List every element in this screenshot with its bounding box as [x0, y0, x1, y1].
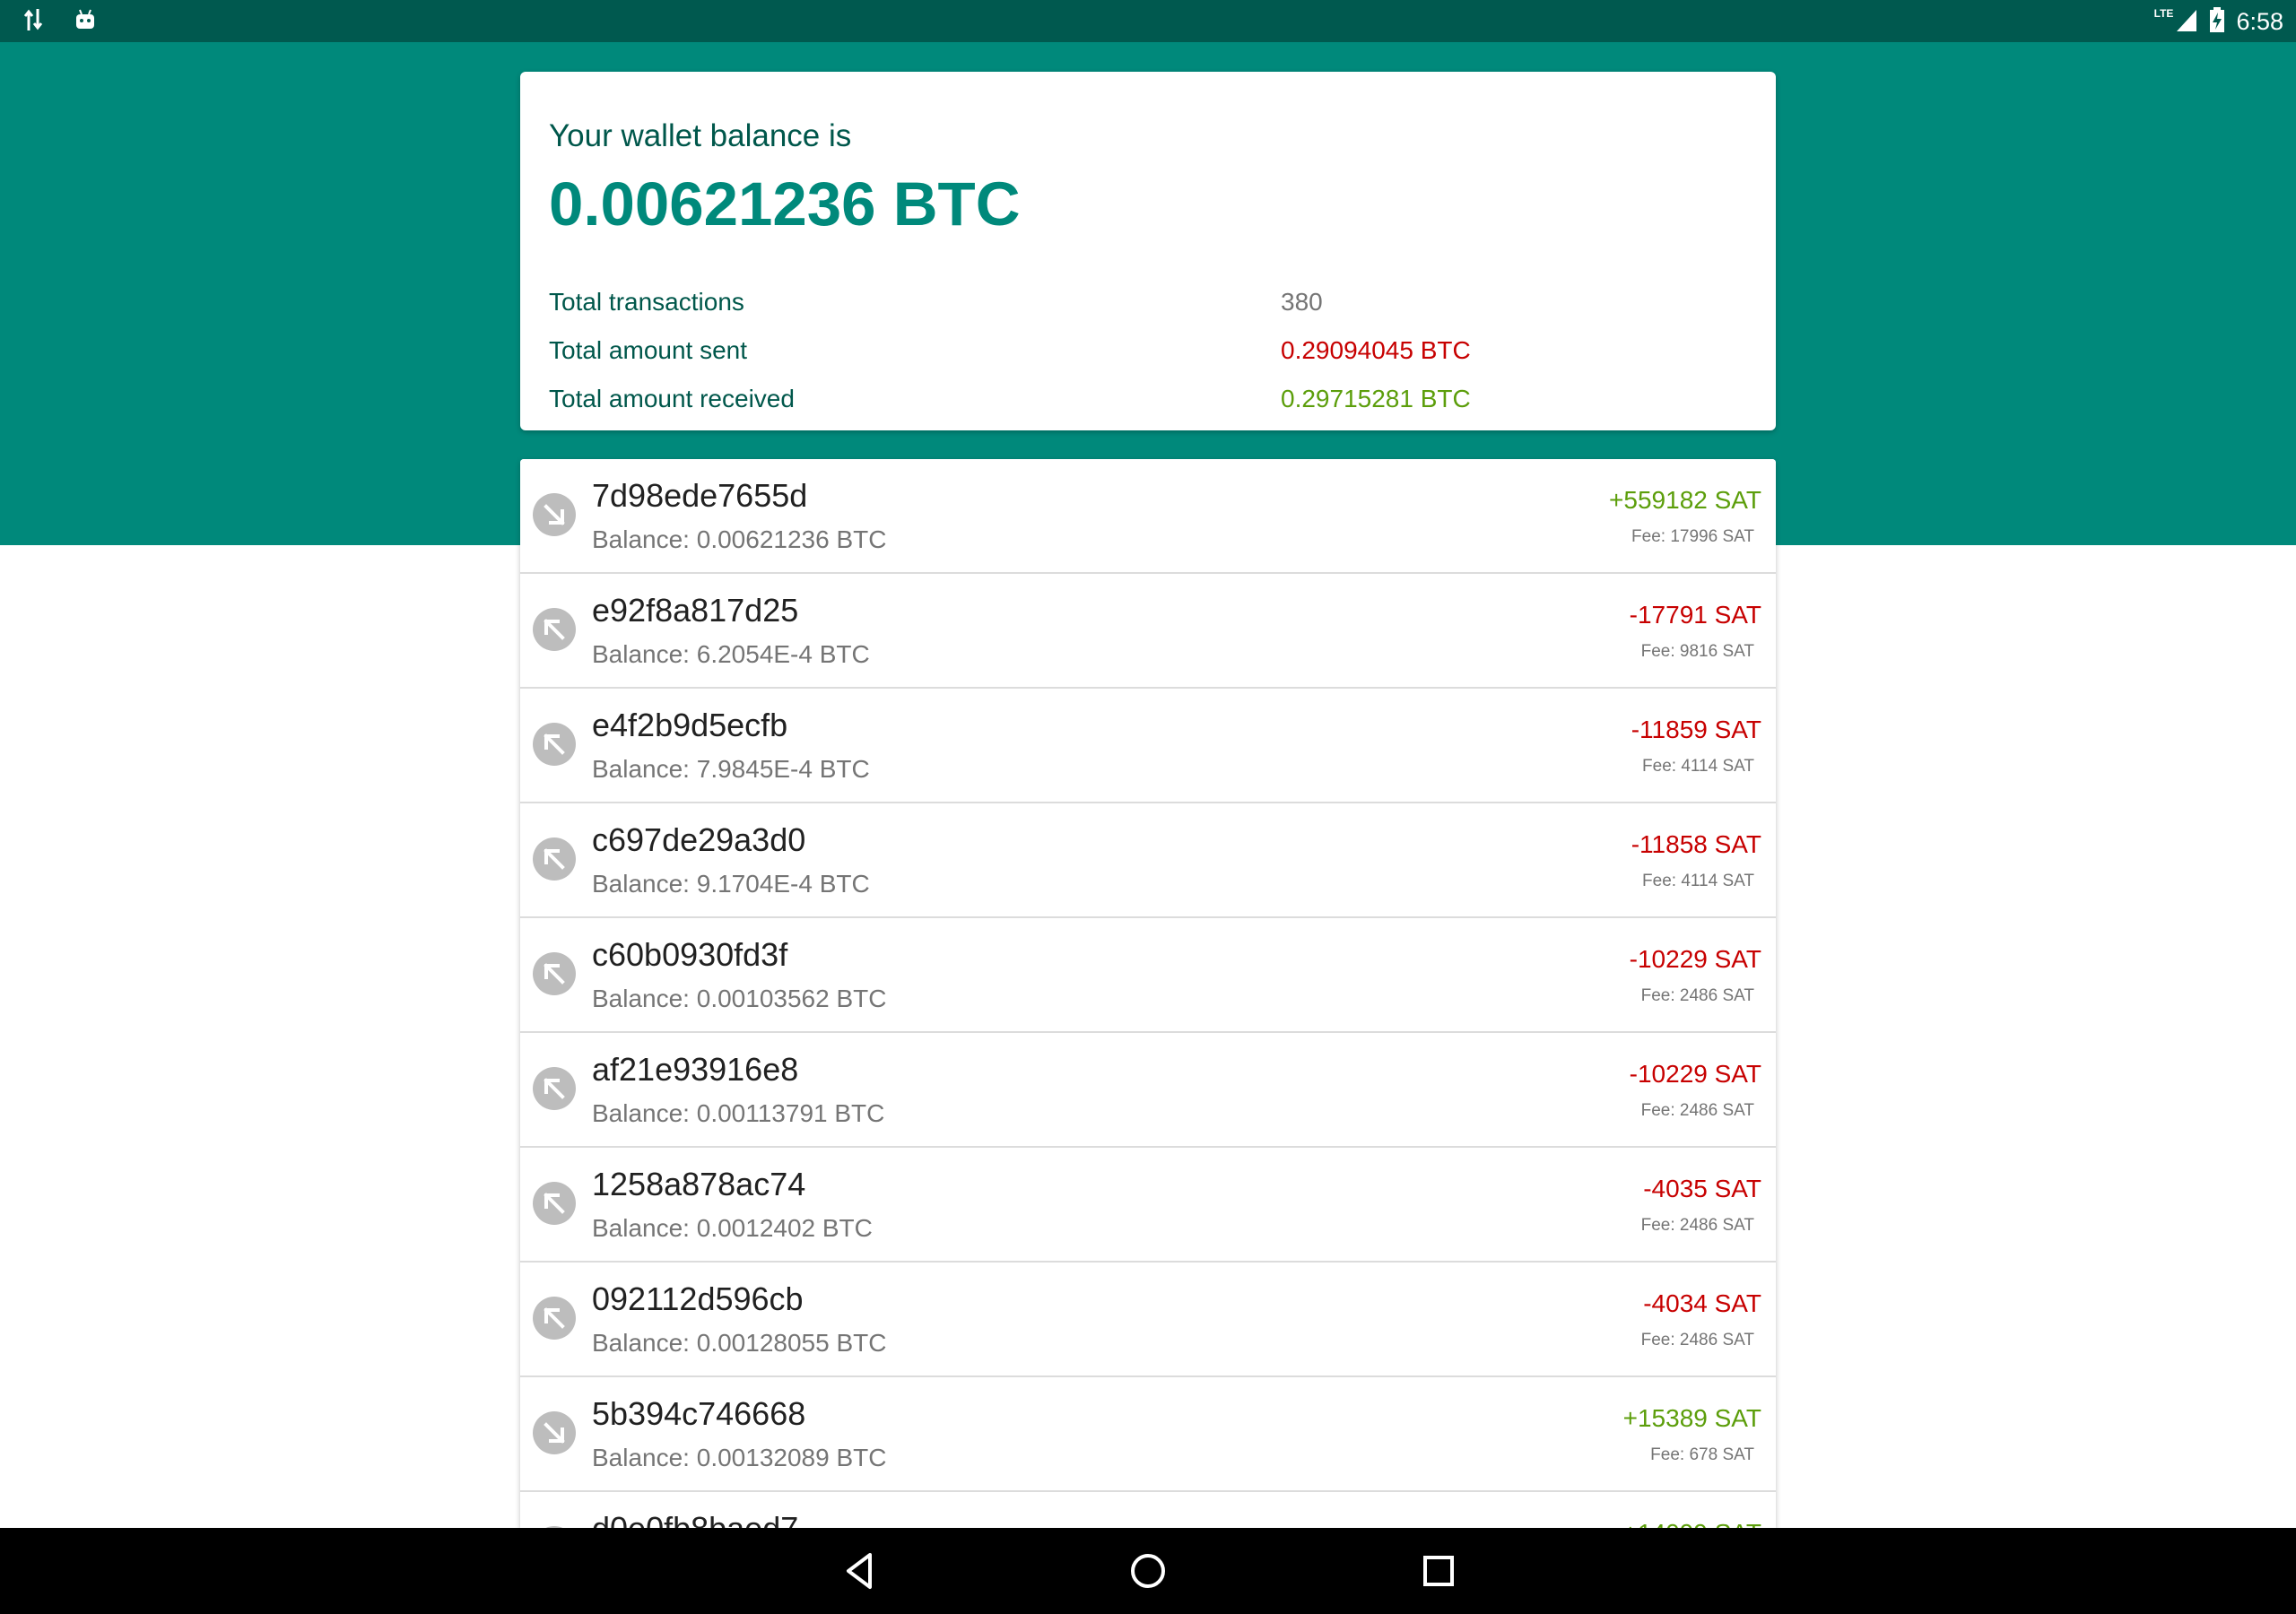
recents-icon[interactable] — [1413, 1546, 1464, 1596]
transaction-amount: -11859 SAT — [1631, 716, 1761, 743]
stat-label: Total amount sent — [549, 336, 748, 364]
transaction-id: 5b394c746668 — [592, 1395, 806, 1432]
arrow-up-left-icon — [533, 837, 576, 881]
transaction-amount: -17791 SAT — [1629, 601, 1761, 629]
android-icon — [74, 8, 97, 36]
clock: 6:58 — [2236, 8, 2283, 35]
balance-value: 0.00621236 BTC — [549, 169, 1021, 239]
transaction-list[interactable]: 7d98ede7655d Balance: 0.00621236 BTC +55… — [520, 459, 1776, 1528]
transaction-id: af21e93916e8 — [592, 1051, 799, 1088]
arrow-up-left-icon — [533, 1182, 576, 1225]
stat-label: Total amount received — [549, 385, 795, 412]
transaction-balance: Balance: 6.2054E-4 BTC — [592, 640, 870, 668]
battery-charging-icon — [2209, 6, 2225, 38]
transaction-balance: Balance: 9.1704E-4 BTC — [592, 870, 870, 898]
transaction-row[interactable]: e92f8a817d25 Balance: 6.2054E-4 BTC -177… — [520, 574, 1776, 689]
arrow-up-left-icon — [533, 1067, 576, 1110]
arrow-up-left-icon — [533, 608, 576, 651]
transaction-row[interactable]: c697de29a3d0 Balance: 9.1704E-4 BTC -118… — [520, 803, 1776, 918]
stat-value: 0.29094045 BTC — [1281, 336, 1471, 364]
arrow-up-left-icon — [533, 952, 576, 995]
transaction-balance: Balance: 0.00103562 BTC — [592, 985, 887, 1012]
wallet-balance-card: Your wallet balance is 0.00621236 BTC To… — [520, 72, 1776, 430]
transaction-row[interactable]: 092112d596cb Balance: 0.00128055 BTC -40… — [520, 1263, 1776, 1377]
data-transfer-icon — [23, 7, 43, 37]
transaction-balance: Balance: 0.00132089 BTC — [592, 1444, 887, 1471]
transaction-row[interactable]: 1258a878ac74 Balance: 0.0012402 BTC -403… — [520, 1148, 1776, 1263]
transaction-id: c60b0930fd3f — [592, 936, 788, 973]
transaction-row[interactable]: 5b394c746668 Balance: 0.00132089 BTC +15… — [520, 1377, 1776, 1492]
stat-label: Total transactions — [549, 288, 744, 316]
status-bar: LTE 6:58 — [0, 0, 2296, 42]
transaction-fee: Fee: 4114 SAT — [1642, 872, 1754, 890]
transaction-amount: -4034 SAT — [1643, 1289, 1761, 1317]
transaction-fee: Fee: 2486 SAT — [1640, 1216, 1754, 1235]
transaction-id: e92f8a817d25 — [592, 592, 799, 629]
transaction-id: c697de29a3d0 — [592, 821, 806, 858]
transaction-fee: Fee: 9816 SAT — [1640, 642, 1754, 661]
transaction-balance: Balance: 0.00113791 BTC — [592, 1099, 885, 1127]
transaction-fee: Fee: 4114 SAT — [1642, 757, 1754, 776]
navigation-bar — [0, 1528, 2296, 1614]
home-icon[interactable] — [1123, 1546, 1173, 1596]
stat-row-total-transactions: Total transactions 380 — [549, 278, 1751, 326]
transaction-amount: -11858 SAT — [1631, 830, 1761, 858]
transaction-id: 092112d596cb — [592, 1280, 804, 1317]
arrow-down-right-icon — [533, 493, 576, 536]
transaction-amount: -10229 SAT — [1629, 945, 1761, 973]
back-icon[interactable] — [834, 1546, 884, 1596]
transaction-row[interactable]: 7d98ede7655d Balance: 0.00621236 BTC +55… — [520, 459, 1776, 574]
transaction-id: e4f2b9d5ecfb — [592, 707, 788, 743]
wallet-stats: Total transactions 380 Total amount sent… — [549, 278, 1751, 423]
transaction-fee: Fee: 678 SAT — [1650, 1445, 1754, 1464]
stat-value: 380 — [1281, 288, 1323, 316]
transaction-amount: -4035 SAT — [1643, 1175, 1761, 1202]
transaction-fee: Fee: 17996 SAT — [1631, 527, 1754, 546]
transaction-balance: Balance: 0.00128055 BTC — [592, 1329, 887, 1357]
transaction-row[interactable]: c60b0930fd3f Balance: 0.00103562 BTC -10… — [520, 918, 1776, 1033]
arrow-up-left-icon — [533, 1297, 576, 1340]
stat-row-total-received: Total amount received 0.29715281 BTC — [549, 375, 1751, 423]
arrow-up-left-icon — [533, 723, 576, 766]
transaction-amount: +14099 SAT — [1623, 1519, 1761, 1528]
transaction-id: 7d98ede7655d — [592, 477, 808, 514]
signal-icon — [2175, 6, 2198, 38]
transaction-balance: Balance: 0.00621236 BTC — [592, 525, 887, 553]
lte-label: LTE — [2153, 7, 2174, 20]
stat-value: 0.29715281 BTC — [1281, 385, 1471, 412]
transaction-fee: Fee: 2486 SAT — [1640, 986, 1754, 1005]
transaction-amount: +559182 SAT — [1609, 486, 1761, 514]
transaction-amount: -10229 SAT — [1629, 1060, 1761, 1088]
balance-label: Your wallet balance is — [549, 118, 852, 153]
transaction-row[interactable]: e4f2b9d5ecfb Balance: 7.9845E-4 BTC -118… — [520, 689, 1776, 803]
transaction-id: d0e0fb8baed7 — [592, 1510, 798, 1528]
transaction-balance: Balance: 0.0012402 BTC — [592, 1214, 873, 1242]
transaction-balance: Balance: 7.9845E-4 BTC — [592, 755, 870, 783]
transaction-fee: Fee: 2486 SAT — [1640, 1331, 1754, 1349]
arrow-down-right-icon — [533, 1411, 576, 1454]
stat-row-total-sent: Total amount sent 0.29094045 BTC — [549, 326, 1751, 375]
transaction-row[interactable]: af21e93916e8 Balance: 0.00113791 BTC -10… — [520, 1033, 1776, 1148]
transaction-fee: Fee: 2486 SAT — [1640, 1101, 1754, 1120]
transaction-row[interactable]: d0e0fb8baed7 +14099 SAT — [520, 1492, 1776, 1528]
transaction-amount: +15389 SAT — [1622, 1404, 1761, 1432]
transaction-id: 1258a878ac74 — [592, 1166, 806, 1202]
